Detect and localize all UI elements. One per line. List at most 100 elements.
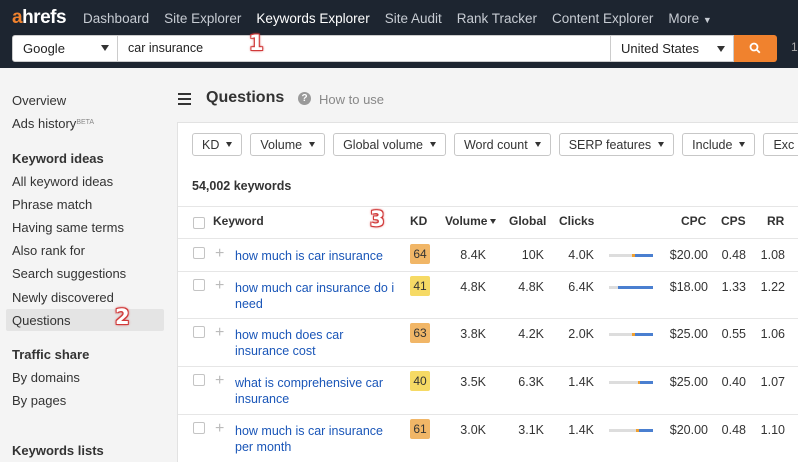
keyword-link[interactable]: how much car insurance do i need: [235, 280, 395, 312]
dropdown-arrow-icon: [717, 46, 725, 52]
rr-value: 1.08: [760, 248, 785, 262]
keyword-link[interactable]: how much is car insurance per month: [235, 423, 395, 455]
keyword-link[interactable]: what is comprehensive car insurance: [235, 375, 395, 407]
annotation-1: 1: [249, 31, 264, 55]
add-to-list-icon[interactable]: +: [215, 246, 224, 262]
menu-toggle-icon[interactable]: [178, 93, 191, 108]
filter-exclude[interactable]: Exc: [763, 133, 798, 156]
row-checkbox[interactable]: [193, 279, 205, 291]
sidebar-item-by-pages[interactable]: By pages: [12, 393, 66, 408]
filter-bar: KD Volume Global volume Word count SERP …: [192, 133, 798, 156]
add-to-list-icon[interactable]: +: [215, 421, 224, 437]
search-extra-indicator: 1: [791, 40, 798, 54]
volume-value: 8.4K: [460, 248, 486, 262]
sort-desc-icon: [490, 219, 497, 224]
caret-down-icon: [309, 142, 316, 147]
keyword-link[interactable]: how much is car insurance: [235, 248, 395, 264]
sidebar-item-ads-history[interactable]: Ads historyBETA: [12, 116, 94, 131]
add-to-list-icon[interactable]: +: [215, 278, 224, 294]
clicks-bar: [609, 254, 653, 257]
keyword-input[interactable]: car insurance: [118, 35, 611, 62]
nav-more[interactable]: More ▼: [668, 11, 711, 26]
search-icon: [749, 42, 761, 54]
kd-badge: 61: [410, 419, 430, 439]
filter-volume[interactable]: Volume: [250, 133, 326, 156]
caret-down-icon: [429, 142, 436, 147]
keyword-link[interactable]: how much does car insurance cost: [235, 327, 395, 359]
results-panel: KD Volume Global volume Word count SERP …: [177, 122, 798, 462]
ahrefs-logo[interactable]: ahrefs: [12, 7, 67, 29]
volume-value: 3.8K: [460, 327, 486, 341]
search-button[interactable]: [734, 35, 777, 62]
sidebar-item-phrase-match[interactable]: Phrase match: [12, 197, 92, 212]
global-volume-value: 4.2K: [518, 327, 544, 341]
sidebar-item-search-suggestions[interactable]: Search suggestions: [12, 266, 126, 281]
nav-dashboard[interactable]: Dashboard: [83, 11, 149, 26]
cpc-value: $20.00: [669, 248, 708, 262]
search-engine-select[interactable]: Google: [12, 35, 118, 62]
caret-down-icon: [739, 142, 746, 147]
sidebar-item-newly-discovered[interactable]: Newly discovered: [12, 290, 114, 305]
filter-word-count[interactable]: Word count: [453, 133, 551, 156]
global-volume-value: 4.8K: [518, 280, 544, 294]
help-icon[interactable]: ?: [298, 92, 311, 105]
sidebar-item-all-keyword-ideas[interactable]: All keyword ideas: [12, 174, 113, 189]
sidebar-item-questions[interactable]: Questions: [12, 313, 71, 328]
nav-keywords-explorer[interactable]: Keywords Explorer: [256, 11, 369, 26]
sidebar-item-also-rank-for[interactable]: Also rank for: [12, 243, 85, 258]
rr-value: 1.22: [760, 280, 785, 294]
column-header-cps[interactable]: CPS: [721, 214, 746, 228]
column-header-clicks[interactable]: Clicks: [559, 214, 594, 228]
add-to-list-icon[interactable]: +: [215, 373, 224, 389]
select-all-checkbox[interactable]: [193, 217, 205, 229]
clicks-bar: [609, 286, 653, 289]
global-volume-value: 3.1K: [518, 423, 544, 437]
column-header-volume[interactable]: Volume: [445, 214, 497, 228]
rr-value: 1.07: [760, 375, 785, 389]
row-checkbox[interactable]: [193, 374, 205, 386]
clicks-value: 1.4K: [568, 423, 594, 437]
filter-global-volume[interactable]: Global volume: [333, 133, 446, 156]
how-to-use-link[interactable]: How to use: [319, 92, 384, 107]
nav-site-explorer[interactable]: Site Explorer: [164, 11, 241, 26]
country-select[interactable]: United States: [610, 35, 734, 62]
volume-value: 3.0K: [460, 423, 486, 437]
clicks-bar: [609, 429, 653, 432]
column-header-kd[interactable]: KD: [410, 214, 427, 228]
global-volume-value: 10K: [521, 248, 544, 262]
sidebar-item-by-domains[interactable]: By domains: [12, 370, 80, 385]
row-divider: [178, 366, 798, 367]
column-header-cpc[interactable]: CPC: [681, 214, 706, 228]
sidebar-item-having-same-terms[interactable]: Having same terms: [12, 220, 124, 235]
search-bar: Google car insurance United States 1: [0, 28, 798, 68]
column-header-keyword[interactable]: Keyword: [213, 214, 264, 228]
caret-down-icon: [658, 142, 665, 147]
cps-value: 1.33: [721, 280, 746, 294]
rr-value: 1.06: [760, 327, 785, 341]
cps-value: 0.48: [721, 423, 746, 437]
sidebar-item-overview[interactable]: Overview: [12, 93, 66, 108]
dropdown-arrow-icon: [101, 45, 109, 51]
row-checkbox[interactable]: [193, 247, 205, 259]
page-title: Questions: [206, 89, 285, 106]
nav-rank-tracker[interactable]: Rank Tracker: [457, 11, 537, 26]
row-checkbox[interactable]: [193, 326, 205, 338]
volume-value: 4.8K: [460, 280, 486, 294]
nav-site-audit[interactable]: Site Audit: [385, 11, 442, 26]
cps-value: 0.48: [721, 248, 746, 262]
column-header-global[interactable]: Global: [509, 214, 546, 228]
filter-kd[interactable]: KD: [192, 133, 243, 156]
row-checkbox[interactable]: [193, 422, 205, 434]
clicks-value: 2.0K: [568, 327, 594, 341]
column-header-rr[interactable]: RR: [767, 214, 784, 228]
volume-value: 3.5K: [460, 375, 486, 389]
main-header: Questions ? How to use: [175, 68, 798, 122]
nav-content-explorer[interactable]: Content Explorer: [552, 11, 653, 26]
sidebar: Overview Ads historyBETA Keyword ideas A…: [0, 68, 175, 462]
add-to-list-icon[interactable]: +: [215, 325, 224, 341]
kd-badge: 64: [410, 244, 430, 264]
filter-include[interactable]: Include: [682, 133, 756, 156]
filter-serp-features[interactable]: SERP features: [558, 133, 675, 156]
clicks-value: 6.4K: [568, 280, 594, 294]
row-divider: [178, 318, 798, 319]
